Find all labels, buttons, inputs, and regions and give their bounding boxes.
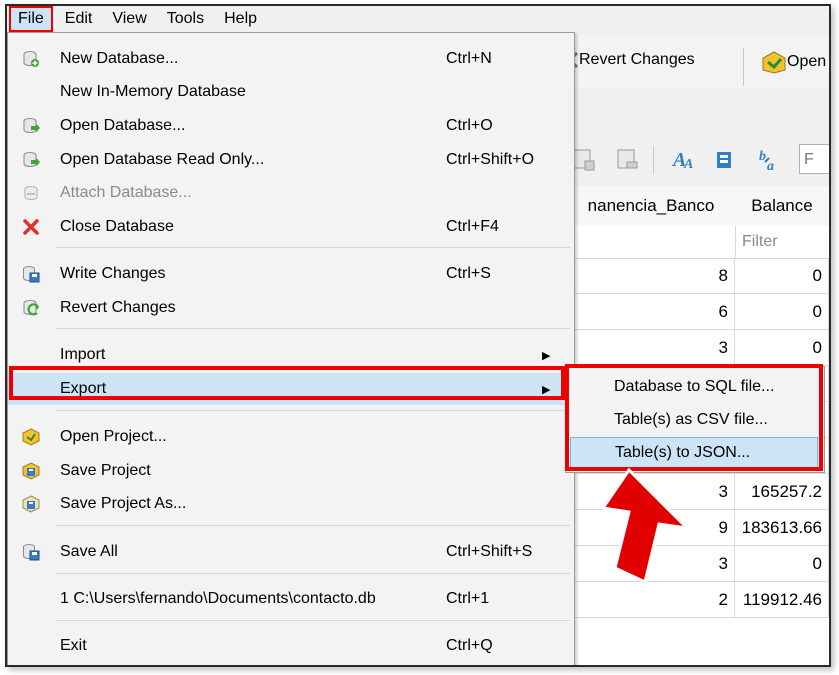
menu-item-label: New Database...: [60, 50, 179, 67]
revert-changes-label: Revert Changes: [579, 51, 695, 68]
open-label: Open: [787, 53, 827, 70]
grid-cell[interactable]: 3: [567, 330, 735, 366]
font-icon[interactable]: AA: [671, 146, 697, 172]
menu-item-label: Close Database: [60, 218, 174, 235]
column-header[interactable]: nanencia_Banco: [567, 186, 736, 227]
menu-item-save-all[interactable]: Save All Ctrl+Shift+S: [8, 536, 574, 568]
menu-item-label: Open Database...: [60, 117, 186, 134]
new-database-icon: [23, 51, 39, 67]
svg-text:A: A: [683, 157, 693, 172]
menu-separator: [56, 525, 570, 526]
menu-item-shortcut: Ctrl+Q: [446, 637, 493, 654]
menu-item-open-database-read-only[interactable]: Open Database Read Only... Ctrl+Shift+O: [8, 144, 574, 176]
menu-item-open-database[interactable]: Open Database... Ctrl+O: [8, 110, 574, 142]
search-field-edge[interactable]: F: [799, 144, 829, 174]
menu-item-exit[interactable]: Exit Ctrl+Q: [8, 630, 574, 662]
menu-item-new-in-memory-database[interactable]: New In-Memory Database: [8, 76, 574, 108]
table-toolbar: AA ba F: [567, 138, 829, 182]
menu-separator: [56, 410, 570, 411]
menu-item-shortcut: Ctrl+Shift+O: [446, 151, 535, 168]
menu-item-save-project-as[interactable]: Save Project As...: [8, 488, 574, 520]
menu-item-close-database[interactable]: Close Database Ctrl+F4: [8, 211, 574, 243]
menu-item-write-changes[interactable]: Write Changes Ctrl+S: [8, 258, 574, 290]
save-all-icon: [23, 544, 40, 561]
attach-database-icon: [24, 186, 38, 200]
toolbar-separator: [653, 146, 654, 174]
menu-bar: File Edit View Tools Help: [7, 6, 829, 32]
grid-cell[interactable]: 8: [567, 258, 735, 294]
delete-record-icon[interactable]: [615, 146, 641, 172]
menu-separator: [56, 328, 570, 329]
menu-item-save-project[interactable]: Save Project: [8, 455, 574, 487]
svg-text:a: a: [767, 159, 774, 172]
save-project-as-icon: [22, 495, 40, 513]
menu-tools[interactable]: Tools: [159, 8, 212, 30]
menu-item-label: Save All: [60, 543, 118, 560]
annotation-highlight-export: [9, 366, 565, 400]
menu-item-label: Save Project As...: [60, 495, 187, 512]
menu-separator: [56, 247, 570, 248]
grid-cell[interactable]: 119912.46: [735, 582, 829, 618]
menu-item-shortcut: Ctrl+1: [446, 590, 490, 607]
main-toolbar: Revert Changes Open: [567, 36, 829, 88]
menu-item-label: Open Database Read Only...: [60, 151, 265, 168]
grid-cell[interactable]: 0: [735, 258, 829, 294]
menu-item-label: Write Changes: [60, 265, 166, 282]
find-replace-icon[interactable]: ba: [757, 146, 783, 172]
filter-input[interactable]: Filter: [735, 226, 829, 258]
filter-row: Filter: [567, 226, 829, 259]
menu-item-label: Exit: [60, 637, 87, 654]
menu-item-label: New In-Memory Database: [60, 83, 246, 100]
submenu-arrow-icon: ▶: [542, 349, 551, 362]
toolbar-separator: [743, 48, 744, 86]
menu-edit[interactable]: Edit: [57, 8, 101, 30]
menu-item-recent-file[interactable]: 1 C:\Users\fernando\Documents\contacto.d…: [8, 583, 574, 615]
menu-item-shortcut: Ctrl+O: [446, 117, 493, 134]
menu-item-label: Attach Database...: [60, 184, 192, 201]
menu-item-shortcut: Ctrl+Shift+S: [446, 543, 533, 560]
menu-separator: [56, 620, 570, 621]
open-project-toolbar-button[interactable]: Open: [761, 50, 826, 74]
grid-cell[interactable]: 0: [735, 330, 829, 366]
open-readonly-icon: [23, 152, 40, 167]
save-project-icon: [22, 462, 40, 480]
menu-item-revert-changes[interactable]: Revert Changes: [8, 292, 574, 324]
menu-item-label: Revert Changes: [60, 299, 176, 316]
grid-cell[interactable]: 6: [567, 294, 735, 330]
revert-changes-icon: [23, 300, 39, 316]
grid-cell[interactable]: 0: [735, 294, 829, 330]
close-icon: [23, 219, 39, 235]
annotation-highlight-submenu: [565, 364, 823, 471]
menu-item-shortcut: Ctrl+N: [446, 50, 492, 67]
write-changes-icon: [23, 266, 40, 283]
open-project-icon: [762, 51, 786, 74]
menu-item-shortcut: Ctrl+S: [446, 265, 491, 282]
menu-item-label: Save Project: [60, 462, 151, 479]
menu-item-label: 1 C:\Users\fernando\Documents\contacto.d…: [60, 590, 376, 607]
menu-item-open-project[interactable]: Open Project...: [8, 421, 574, 453]
grid-cell[interactable]: 183613.66: [735, 510, 829, 546]
menu-help[interactable]: Help: [216, 8, 265, 30]
open-database-icon: [23, 118, 40, 133]
format-painter-icon[interactable]: [713, 146, 739, 172]
menu-item-shortcut: Ctrl+F4: [446, 218, 499, 235]
menu-item-label: Open Project...: [60, 428, 167, 445]
grid-cell[interactable]: 0: [735, 546, 829, 582]
menu-item-attach-database: Attach Database...: [8, 177, 574, 209]
open-project-icon: [22, 428, 40, 446]
menu-view[interactable]: View: [104, 8, 154, 30]
app-window: File Edit View Tools Help Revert Changes…: [5, 4, 831, 667]
menu-separator: [56, 573, 570, 574]
column-header[interactable]: Balance: [735, 186, 829, 227]
menu-file[interactable]: File: [9, 6, 53, 32]
menu-item-label: Import: [60, 346, 106, 363]
menu-item-new-database[interactable]: New Database... Ctrl+N: [8, 43, 574, 75]
annotation-arrow-icon: [600, 467, 692, 585]
file-menu-dropdown: New Database... Ctrl+N New In-Memory Dat…: [7, 32, 575, 665]
grid-cell[interactable]: 165257.2: [735, 474, 829, 510]
revert-changes-toolbar-button[interactable]: Revert Changes: [567, 50, 695, 70]
